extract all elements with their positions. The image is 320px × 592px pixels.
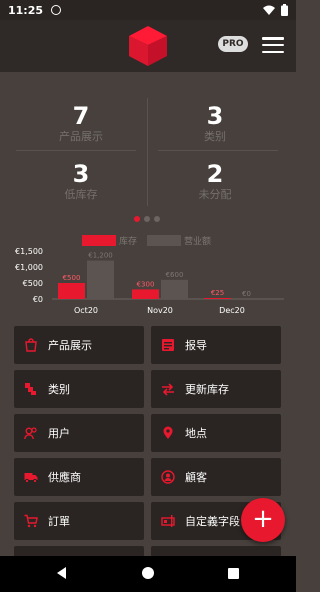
stats-panel[interactable]: 7 产品展示 3 类别 3 低库存 2 未分配 — [0, 92, 296, 208]
recent-apps-icon[interactable] — [228, 568, 239, 579]
menu-button-label: 报导 — [185, 339, 207, 352]
bar-库存 — [132, 289, 159, 299]
x-tick-label: Oct20 — [74, 306, 98, 315]
users-icon — [24, 426, 38, 440]
customer-icon — [161, 470, 175, 484]
truck-icon — [24, 470, 38, 484]
menu-button-label: 类别 — [48, 383, 70, 396]
stat-label: 低库存 — [64, 188, 98, 201]
y-tick-label: €1,500 — [15, 247, 43, 256]
stat-unassigned: 2 未分配 — [155, 160, 275, 202]
stat-label: 产品展示 — [59, 130, 103, 143]
stat-value: 2 — [206, 160, 224, 188]
bar-value-label: €500 — [63, 274, 81, 282]
y-tick-label: €500 — [23, 279, 43, 288]
hamburger-icon[interactable] — [262, 37, 284, 53]
menu-button-locations[interactable]: 地点 — [151, 414, 281, 452]
bar-value-label: €600 — [166, 271, 184, 279]
menu-button-label: 顧客 — [185, 471, 207, 484]
plus-icon: + — [252, 504, 274, 534]
bar-value-label: €0 — [242, 290, 251, 298]
menu-button-orders[interactable]: 訂單 — [14, 502, 144, 540]
stat-products: 7 产品展示 — [21, 102, 141, 144]
add-fab-button[interactable]: + — [241, 498, 285, 542]
y-tick-label: €1,000 — [15, 263, 43, 272]
wifi-icon — [263, 5, 275, 15]
swap-arrows-icon — [161, 382, 175, 396]
stat-value: 7 — [72, 102, 90, 130]
stat-label: 未分配 — [198, 188, 232, 201]
stats-divider-vertical — [147, 98, 148, 206]
menu-button-label: 自定義字段 — [185, 515, 240, 528]
page-dot[interactable] — [144, 216, 150, 222]
menu-button-label: 地点 — [185, 427, 207, 440]
page-dot[interactable] — [134, 216, 140, 222]
menu-button-categories[interactable]: 类别 — [14, 370, 144, 408]
menu-button-label: 訂單 — [48, 515, 70, 528]
stat-value: 3 — [206, 102, 224, 130]
report-icon — [161, 338, 175, 352]
menu-button-report[interactable]: 报导 — [151, 326, 281, 364]
menu-button-label: 供應商 — [48, 471, 81, 484]
x-tick-label: Nov20 — [147, 306, 173, 315]
sync-icon — [51, 5, 62, 15]
stat-categories: 3 类别 — [155, 102, 275, 144]
category-icon — [24, 382, 38, 396]
cart-icon — [24, 514, 38, 528]
menu-button-label: 用户 — [48, 427, 70, 440]
bar-营业额 — [87, 260, 114, 299]
bar-value-label: €300 — [137, 280, 155, 288]
pro-badge[interactable]: PRO — [218, 36, 248, 52]
menu-button-label: 更新库存 — [185, 383, 229, 396]
status-bar: 11:25 — [0, 0, 296, 20]
menu-button-users[interactable]: 用户 — [14, 414, 144, 452]
location-pin-icon — [161, 426, 175, 440]
status-time: 11:25 — [8, 3, 44, 17]
app-bar: PRO — [0, 20, 296, 72]
stat-label: 类别 — [204, 130, 226, 143]
bar-库存 — [204, 298, 231, 299]
custom-field-icon — [161, 514, 175, 528]
back-icon[interactable] — [57, 567, 66, 579]
bar-value-label: €1,200 — [88, 252, 113, 260]
stock-revenue-chart: €0 €500 €1,000 €1,500 €500 €1,200 Oct20 €300 €60… — [15, 247, 284, 315]
stat-low-stock: 3 低库存 — [21, 160, 141, 202]
bar-营业额 — [161, 279, 188, 299]
red-cube-icon — [129, 26, 167, 66]
y-tick-label: €0 — [33, 295, 43, 304]
bar-value-label: €25 — [211, 289, 224, 297]
menu-button-products[interactable]: 产品展示 — [14, 326, 144, 364]
home-icon[interactable] — [142, 567, 154, 579]
stats-divider — [158, 150, 278, 151]
shopping-bag-icon — [24, 338, 38, 352]
bar-库存 — [58, 283, 85, 299]
battery-icon — [281, 4, 288, 16]
page-dot[interactable] — [154, 216, 160, 222]
x-tick-label: Dec20 — [219, 306, 245, 315]
menu-button-label: 产品展示 — [48, 339, 92, 352]
menu-button-update-stock[interactable]: 更新库存 — [151, 370, 281, 408]
system-nav-bar — [0, 556, 296, 592]
menu-button-customers[interactable]: 顧客 — [151, 458, 281, 496]
menu-button-suppliers[interactable]: 供應商 — [14, 458, 144, 496]
page-indicator[interactable] — [134, 216, 160, 222]
stat-value: 3 — [72, 160, 90, 188]
stats-divider — [16, 150, 136, 151]
